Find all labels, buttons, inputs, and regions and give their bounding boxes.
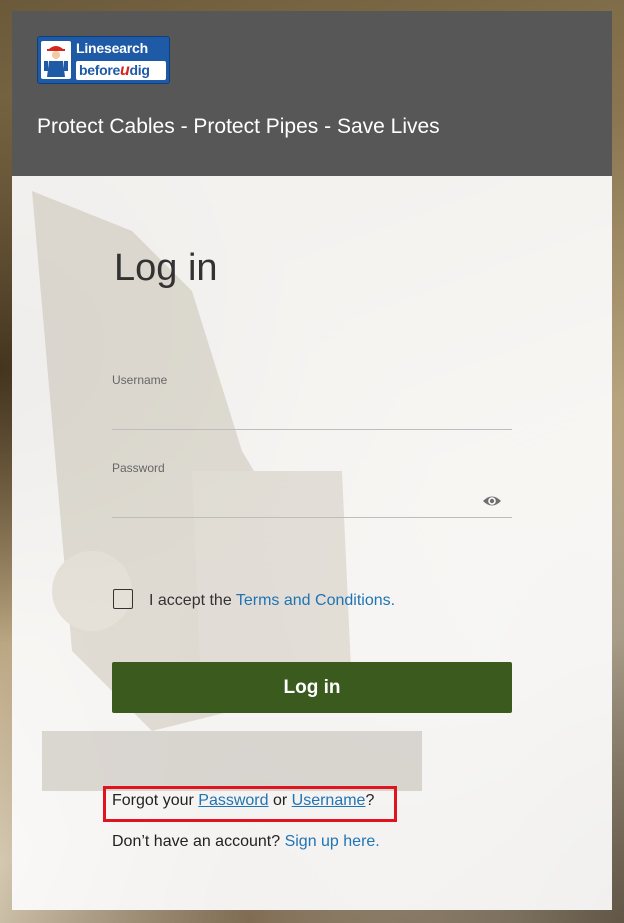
page-title: Log in [114, 247, 218, 289]
no-account-text: Don’t have an account? [112, 833, 285, 850]
accept-terms-prefix: I accept the [149, 592, 236, 609]
forgot-prefix: Forgot your [112, 792, 199, 809]
forgot-password-link[interactable]: Password [198, 792, 268, 809]
username-input[interactable] [112, 400, 512, 430]
forgot-suffix: ? [365, 792, 375, 809]
login-card: Linesearch beforeudig Protect Cables - P… [12, 11, 612, 910]
signup-link[interactable]: Sign up here. [285, 833, 380, 850]
forgot-username-link[interactable]: Username [292, 792, 366, 809]
linesearch-logo[interactable]: Linesearch beforeudig [37, 36, 170, 84]
site-header: Linesearch beforeudig Protect Cables - P… [12, 11, 612, 176]
accept-terms-checkbox[interactable] [113, 589, 133, 609]
tagline: Protect Cables - Protect Pipes - Save Li… [37, 115, 440, 138]
signup-text: Don’t have an account? Sign up here. [112, 833, 380, 851]
password-input[interactable] [112, 488, 512, 518]
terms-link[interactable]: Terms and Conditions. [236, 592, 395, 609]
username-label: Username [112, 373, 168, 387]
logo-text-before: before [79, 62, 120, 78]
logo-text-dig: dig [129, 62, 150, 78]
accept-terms-text: I accept the Terms and Conditions. [149, 592, 395, 610]
logo-text-linesearch: Linesearch [76, 40, 148, 56]
forgot-or: or [268, 792, 292, 809]
worker-logo-icon [41, 41, 71, 79]
forgot-credentials-text: Forgot your Password or Username? [112, 792, 374, 810]
eye-icon[interactable] [482, 492, 502, 510]
password-label: Password [112, 461, 165, 475]
logo-text-beforeudig: beforeudig [76, 61, 166, 80]
login-button[interactable]: Log in [112, 662, 512, 713]
